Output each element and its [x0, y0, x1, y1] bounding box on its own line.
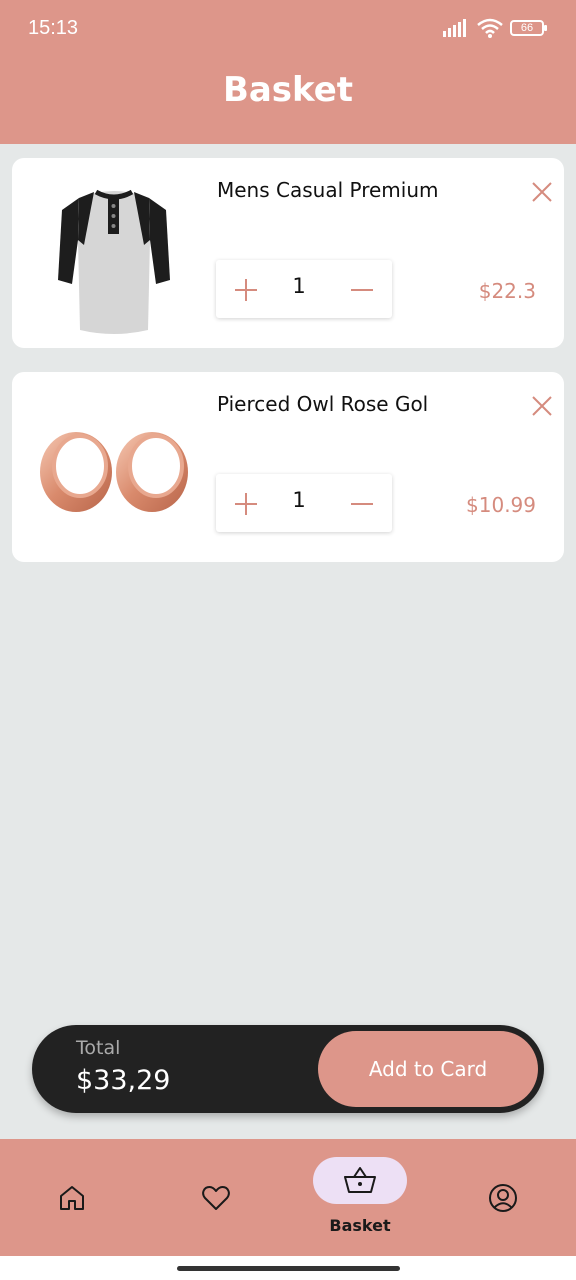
item-name: Mens Casual Premium	[217, 178, 439, 202]
item-price: $22.3	[478, 279, 536, 303]
battery-level: 66	[520, 22, 534, 34]
status-icons: 66	[442, 18, 547, 38]
checkout-bar: Total $33,29 Add to Card	[32, 1025, 544, 1113]
total-label: Total	[76, 1037, 121, 1059]
total-value: $33,29	[76, 1065, 171, 1096]
item-price: $10.99	[466, 493, 536, 517]
bottom-nav: Basket	[0, 1139, 576, 1256]
add-to-card-button[interactable]: Add to Card	[318, 1031, 538, 1107]
decrease-quantity-icon[interactable]	[350, 278, 374, 302]
profile-icon[interactable]	[488, 1183, 518, 1213]
status-time: 15:13	[28, 17, 79, 39]
item-name: Pierced Owl Rose Gol	[217, 392, 429, 416]
home-indicator[interactable]	[177, 1266, 400, 1271]
quantity-stepper: 1	[216, 260, 392, 318]
heart-icon[interactable]	[201, 1183, 231, 1213]
henley-shirt-image	[58, 189, 170, 334]
basket-icon	[344, 1167, 376, 1193]
nav-item-basket[interactable]	[313, 1157, 407, 1204]
battery-icon: 66	[510, 20, 547, 36]
remove-item-icon[interactable]	[530, 180, 554, 204]
quantity-stepper: 1	[216, 474, 392, 532]
decrease-quantity-icon[interactable]	[350, 492, 374, 516]
basket-item-card: Mens Casual Premium 1 $22.3	[12, 158, 564, 348]
remove-item-icon[interactable]	[530, 394, 554, 418]
app-header: 15:13 66 Basket	[0, 0, 576, 144]
rose-gold-ear-gauges-image	[40, 432, 188, 512]
gesture-bar	[0, 1256, 576, 1280]
page-title: Basket	[222, 70, 354, 110]
wifi-icon	[477, 18, 503, 38]
nav-item-basket-label: Basket	[329, 1216, 391, 1235]
basket-item-card: Pierced Owl Rose Gol 1 $10.99	[12, 372, 564, 562]
signal-icon	[443, 19, 466, 37]
home-icon[interactable]	[58, 1184, 86, 1212]
